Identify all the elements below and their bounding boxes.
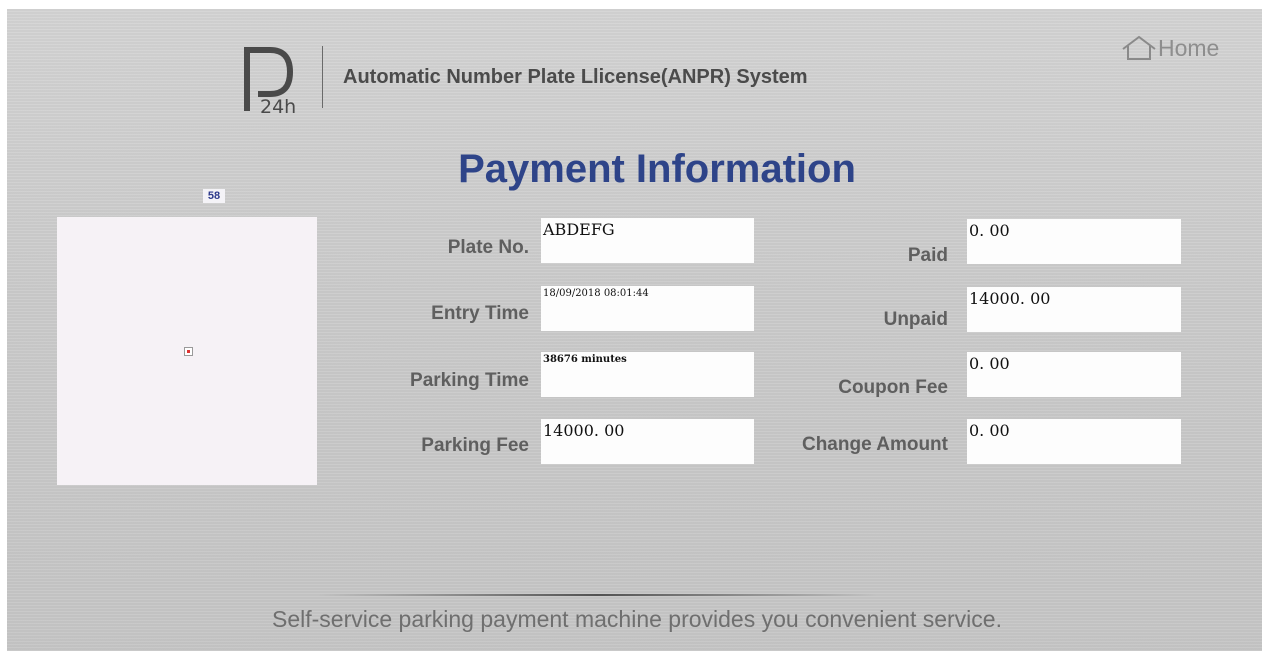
unpaid-label: Unpaid [883, 309, 948, 330]
home-button[interactable]: Home [1119, 33, 1219, 63]
paid-field: 0. 00 [967, 219, 1181, 264]
vehicle-photo [57, 217, 317, 485]
home-label: Home [1158, 34, 1220, 61]
footer-divider [317, 594, 877, 596]
parking-fee-label: Parking Fee [421, 435, 529, 456]
kiosk-screen: 24h Automatic Number Plate Llicense(ANPR… [7, 9, 1262, 651]
system-title: Automatic Number Plate Llicense(ANPR) Sy… [343, 66, 808, 88]
plate-no-field: ABDEFG [541, 218, 754, 263]
svg-text:24h: 24h [260, 96, 296, 117]
home-icon [1122, 35, 1156, 60]
p24h-logo: 24h [244, 47, 296, 117]
coupon-fee-field: 0. 00 [967, 352, 1181, 397]
plate-no-label: Plate No. [447, 237, 529, 258]
parking-time-label: Parking Time [410, 370, 529, 391]
countdown-badge: 58 [203, 189, 225, 203]
unpaid-field: 14000. 00 [967, 287, 1181, 332]
page-title: Payment Information [458, 147, 856, 191]
parking-time-field: 38676 minutes [541, 352, 754, 397]
change-amount-label: Change Amount [801, 434, 948, 455]
paid-label: Paid [907, 245, 948, 266]
coupon-fee-label: Coupon Fee [838, 377, 948, 398]
change-amount-field: 0. 00 [967, 419, 1181, 464]
footer-message: Self-service parking payment machine pro… [272, 606, 1002, 632]
broken-image-icon [184, 347, 193, 356]
parking-fee-field: 14000. 00 [541, 419, 754, 464]
entry-time-field: 18/09/2018 08:01:44 [541, 286, 754, 331]
entry-time-label: Entry Time [431, 303, 529, 324]
logo-divider [322, 46, 323, 108]
